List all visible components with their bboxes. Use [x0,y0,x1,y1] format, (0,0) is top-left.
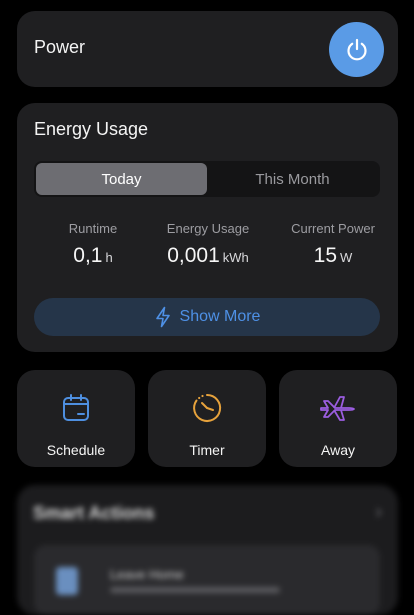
stat-current-power-label: Current Power [291,221,375,236]
timer-label: Timer [189,442,225,458]
clock-icon [193,393,222,422]
tab-this-month[interactable]: This Month [207,163,378,195]
power-card: Power [17,11,398,87]
stat-current-power: Current Power 15 W [273,221,393,268]
energy-usage-title: Energy Usage [34,119,149,139]
smart-action-item[interactable]: Leave Home [34,545,380,615]
stat-current-power-value-row: 15 W [273,244,393,268]
chevron-right-icon: › [375,501,382,523]
lightning-icon [155,306,170,328]
power-label: Power [34,37,86,57]
stat-energy-usage-label: Energy Usage [166,221,250,236]
stat-energy-usage-value-row: 0,001 kWh [148,244,268,268]
home-icon [56,567,78,595]
tab-today[interactable]: Today [36,163,207,195]
smart-action-item-label: Leave Home [110,567,184,582]
stat-energy-usage: Energy Usage 0,001 kWh [148,221,268,268]
airplane-icon [320,396,355,421]
smart-actions-title: Smart Actions [33,503,155,523]
stat-energy-usage-unit: kWh [222,250,249,265]
energy-usage-card: Energy Usage Today This Month Runtime 0,… [17,103,398,352]
stat-current-power-unit: W [340,250,353,265]
show-more-label: Show More [179,308,261,325]
power-icon [346,38,367,60]
schedule-tile[interactable]: Schedule [17,370,135,467]
stat-runtime-value: 0,1 [73,244,103,267]
stat-energy-usage-value: 0,001 [167,244,220,267]
schedule-label: Schedule [46,442,106,458]
timer-tile[interactable]: Timer [148,370,266,467]
stat-runtime-value-row: 0,1 h [33,244,153,268]
stat-current-power-value: 15 [313,244,338,267]
away-label: Away [321,442,355,458]
stat-runtime-label: Runtime [68,221,118,236]
stat-runtime-unit: h [105,250,113,265]
calendar-icon [63,394,89,421]
stat-runtime: Runtime 0,1 h [33,221,153,268]
smart-action-item-subtitle-bar [110,587,280,593]
period-segmented-control: Today This Month [34,161,380,197]
power-button[interactable] [329,22,384,77]
smart-actions-card[interactable]: Smart Actions › Leave Home [17,485,398,615]
show-more-button[interactable]: Show More [34,298,380,336]
away-tile[interactable]: Away [279,370,397,467]
